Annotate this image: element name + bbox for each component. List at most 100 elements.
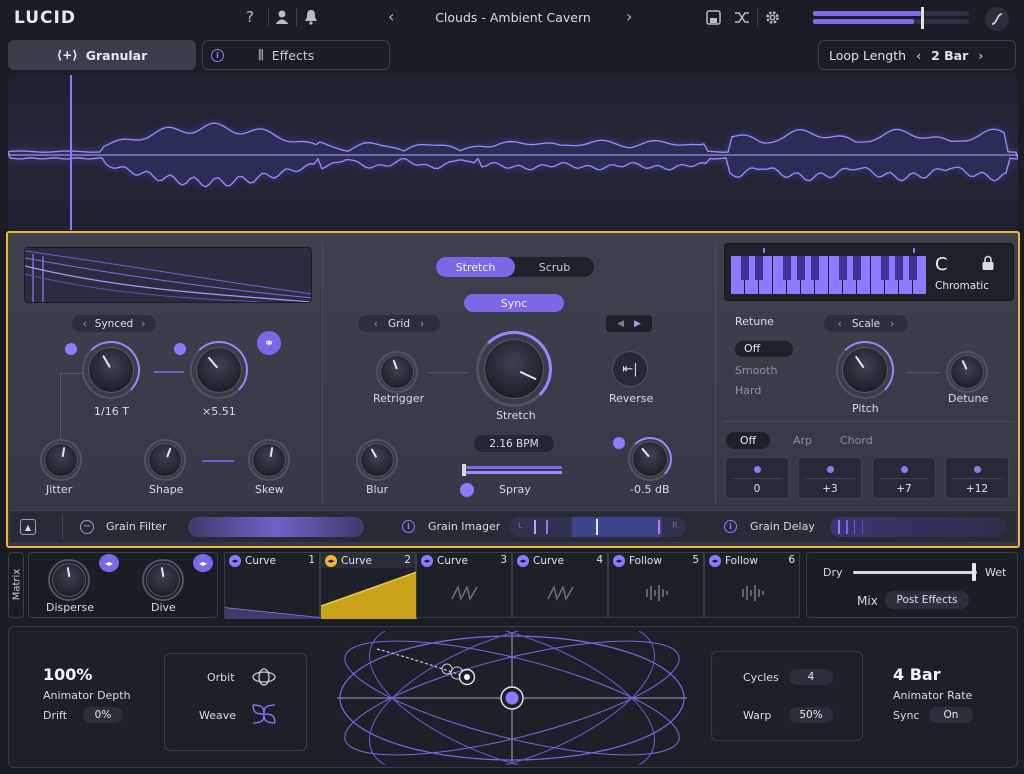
bell-icon[interactable] [303,9,319,25]
arp-tab[interactable]: Arp [793,434,812,447]
piano-keys[interactable] [725,244,1015,302]
arp-step-2[interactable]: +3 [798,457,862,499]
black-key[interactable] [811,256,819,280]
mix-slider-handle[interactable] [972,563,976,581]
black-key[interactable] [783,256,791,280]
arp-step-3[interactable]: +7 [872,457,936,499]
drift-value[interactable]: 0% [83,707,123,723]
scrub-mode-button[interactable]: Scrub [515,257,594,277]
key-value[interactable]: C [935,254,948,275]
direction-toggle[interactable]: ◀ ▶ [606,315,652,332]
retune-off-option[interactable]: Off [735,341,793,357]
spray-mod-icon[interactable] [460,483,474,497]
stretch-knob[interactable] [484,339,544,399]
preset-name[interactable]: Clouds - Ambient Cavern [400,10,626,25]
bpm-readout[interactable]: 2.16 BPM [474,435,554,452]
arp-step-4[interactable]: +12 [945,457,1009,499]
disperse-knob[interactable] [52,563,86,597]
gain-knob[interactable] [632,441,668,477]
mod-slot-5[interactable]: ◂▸ Follow 5 [608,552,704,618]
mix-mode-select[interactable]: Post Effects [885,591,969,609]
collapse-button[interactable]: ▲ [20,519,36,535]
spray-handle[interactable] [462,464,466,476]
animator-orbit-display[interactable] [337,631,687,765]
chevron-left-icon[interactable]: ‹ [838,318,842,330]
weave-icon[interactable] [251,703,277,725]
playhead[interactable] [70,75,72,230]
skew-knob[interactable] [252,443,286,477]
black-key[interactable] [741,256,749,280]
jitter-knob[interactable] [44,443,78,477]
help-icon[interactable]: ? [246,8,254,26]
range-marker[interactable] [763,248,765,253]
retune-hard-option[interactable]: Hard [735,384,761,397]
info-icon[interactable]: i [402,520,415,533]
grid-select[interactable]: ‹ Grid › [358,315,440,332]
mod-slot-6[interactable]: ◂▸ Follow 6 [704,552,800,618]
black-key[interactable] [909,256,917,280]
lfo-graph[interactable] [24,247,312,303]
matrix-tab[interactable]: Matrix [8,552,24,618]
black-key[interactable] [797,256,805,280]
detune-knob[interactable] [950,355,984,389]
mod-slot-1[interactable]: ◂▸ Curve 1 [224,552,321,619]
link-button[interactable]: ⚭ [257,331,281,355]
reverse-button[interactable]: ⇤| [612,351,648,387]
chord-tab[interactable]: Chord [840,434,873,447]
keyboard-scale[interactable]: C Chromatic [724,243,1014,301]
grain-imager-display[interactable]: L R [510,517,686,537]
lock-icon[interactable] [981,255,995,271]
grain-delay-display[interactable] [830,517,1006,537]
animator-depth-value[interactable]: 100% [43,665,92,684]
user-icon[interactable] [274,9,290,25]
animator-rate-value[interactable]: 4 Bar [893,665,941,684]
black-key[interactable] [881,256,889,280]
warp-value[interactable]: 50% [789,707,833,723]
sync-value[interactable]: On [929,707,973,723]
chevron-right-icon[interactable]: › [890,318,894,330]
gear-icon[interactable] [764,9,781,26]
stretch-scrub-toggle[interactable]: Stretch Scrub [436,257,594,277]
retune-smooth-option[interactable]: Smooth [735,364,777,377]
black-key[interactable] [839,256,847,280]
chevron-left-icon[interactable]: ‹ [83,318,87,330]
sync-button[interactable]: Sync [464,294,564,312]
black-key[interactable] [895,256,903,280]
shape-knob[interactable] [148,443,182,477]
retrigger-knob[interactable] [380,355,414,389]
mod-slot-3[interactable]: ◂▸ Curve 3 [416,552,512,618]
output-meter[interactable] [813,7,969,29]
loop-prev-icon[interactable]: ‹ [916,48,921,63]
range-marker[interactable] [913,248,915,253]
pitch-knob[interactable] [842,347,888,393]
shuffle-icon[interactable] [734,10,750,25]
blur-knob[interactable] [360,443,394,477]
chevron-left-icon[interactable]: ‹ [374,318,378,330]
disperse-mod-icon[interactable]: ◂▸ [99,554,119,572]
orbit-icon[interactable] [251,667,277,687]
loop-next-icon[interactable]: › [978,48,983,63]
multiplier-knob[interactable] [196,347,242,393]
play-left-icon[interactable]: ◀ [617,319,624,329]
arp-off-tab[interactable]: Off [726,432,770,449]
mix-slider[interactable] [853,571,977,574]
info-icon[interactable]: i [724,520,737,533]
gain-mod-icon[interactable] [613,437,625,449]
save-icon[interactable] [706,10,721,25]
minus-icon[interactable]: − [80,520,94,534]
lfo-mode-select[interactable]: ‹ Synced › [72,315,156,332]
mod-slot-2[interactable]: ◂▸ Curve 2 [320,552,417,619]
next-preset-icon[interactable]: › [626,7,632,26]
grain-filter-display[interactable] [188,517,364,537]
play-right-icon[interactable]: ▶ [634,319,641,329]
curve-mode-button[interactable] [985,7,1009,31]
black-key[interactable] [853,256,861,280]
prev-preset-icon[interactable]: ‹ [388,7,394,26]
tab-granular[interactable]: ⟨+⟩ Granular [8,40,196,70]
scale-select[interactable]: ‹ Scale › [824,315,908,332]
rate-knob[interactable] [88,347,134,393]
dive-mod-icon[interactable]: ◂▸ [193,554,213,572]
chevron-right-icon[interactable]: › [141,318,145,330]
waveform-display[interactable] [8,75,1018,230]
arp-step-1[interactable]: 0 [725,457,789,499]
